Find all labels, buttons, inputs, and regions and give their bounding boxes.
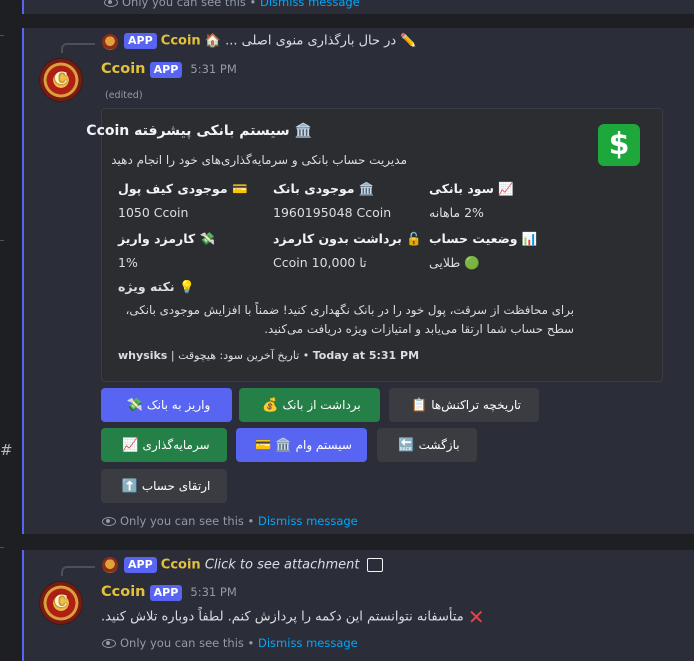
card-bank-icon: 💳 🏛️ bbox=[255, 438, 292, 453]
back-button[interactable]: 🔙 بازگشت bbox=[377, 428, 477, 462]
note-title: 💡 نکته ویژه bbox=[118, 279, 195, 294]
error-text: متأسفانه نتوانستم این دکمه را پردازش کنم… bbox=[101, 609, 464, 625]
reply-preview[interactable]: APP Ccoin Click to see attachment bbox=[124, 557, 383, 573]
footer-user: whysiks bbox=[118, 349, 168, 362]
username[interactable]: Ccoin bbox=[101, 61, 146, 77]
money-wings-icon: 💸 bbox=[126, 398, 143, 413]
note-body: برای محافظت از سرقت، پول خود را در بانک … bbox=[125, 303, 574, 336]
top-system-note: Only you can see this • Dismiss message bbox=[104, 0, 360, 9]
money-bag-icon: 💰 bbox=[262, 398, 279, 413]
up-arrow-icon: ⬆️ bbox=[121, 479, 138, 494]
footer-time: Today at 5:31 PM bbox=[312, 349, 420, 362]
dismiss-link[interactable]: Dismiss message bbox=[258, 636, 358, 650]
dismiss-link[interactable]: Dismiss message bbox=[258, 514, 358, 528]
bank-embed: 🏛️ سیستم بانکی پیشرفته Ccoin مدیریت حساب… bbox=[86, 108, 663, 382]
reply-avatar bbox=[102, 557, 118, 573]
ephemeral-note: Only you can see this • Dismiss message bbox=[102, 514, 358, 528]
footer-text: تاریخ آخرین سود: هیچوقت bbox=[178, 349, 300, 362]
history-button[interactable]: 📋 تاریخچه تراکنش‌ها bbox=[389, 388, 539, 422]
field-interest: 📈 سود بانکی 2% ماهانه bbox=[429, 181, 514, 220]
reply-username[interactable]: Ccoin bbox=[161, 34, 201, 49]
app-badge: APP bbox=[149, 61, 183, 78]
message-header: Ccoin APP 5:31 PM bbox=[101, 61, 237, 78]
ephemeral-note: Only you can see this • Dismiss message bbox=[102, 636, 358, 650]
house-emoji: 🏠 bbox=[204, 33, 221, 49]
embed-title: 🏛️ سیستم بانکی پیشرفته Ccoin bbox=[86, 123, 312, 139]
withdraw-button[interactable]: 💰 برداشت از بانک bbox=[239, 388, 380, 422]
reply-text: Click to see attachment bbox=[204, 557, 360, 573]
reply-username[interactable]: Ccoin bbox=[161, 558, 201, 573]
eye-icon bbox=[104, 0, 118, 7]
field-free-withdraw: 🔓 برداشت بدون کارمزد تا 10,000 Ccoin bbox=[273, 231, 422, 270]
field-deposit-fee: 💸 کارمزد واریز 1% bbox=[118, 231, 216, 270]
rail-divider bbox=[0, 35, 4, 36]
reply-avatar bbox=[102, 34, 118, 50]
field-account-status: 📊 وضعیت حساب 🟢 طلایی bbox=[429, 231, 538, 270]
cross-icon: ✕ bbox=[467, 605, 485, 629]
invest-button[interactable]: 📈 سرمایه‌گذاری bbox=[101, 428, 227, 462]
bot-avatar[interactable]: C bbox=[40, 59, 82, 101]
rail-divider bbox=[0, 240, 4, 241]
dismiss-link[interactable]: Dismiss message bbox=[260, 0, 360, 9]
username[interactable]: Ccoin bbox=[101, 584, 146, 600]
upgrade-button[interactable]: ⬆️ ارتقای حساب bbox=[101, 469, 227, 503]
rail-divider bbox=[0, 547, 4, 548]
reply-text: در حال بارگذاری منوی اصلی ... bbox=[225, 33, 397, 49]
reply-connector bbox=[61, 566, 95, 576]
image-icon bbox=[366, 558, 383, 572]
edited-label: (edited) bbox=[105, 90, 143, 101]
dollar-icon: $ bbox=[598, 124, 640, 166]
hash-icon[interactable]: # bbox=[0, 441, 13, 459]
message-header: Ccoin APP 5:31 PM bbox=[101, 584, 237, 601]
embed-footer: whysiks | تاریخ آخرین سود: هیچوقت • Toda… bbox=[118, 349, 420, 362]
pen-emoji: ✏️ bbox=[400, 33, 417, 49]
timestamp: 5:31 PM bbox=[190, 585, 237, 599]
back-arrow-icon: 🔙 bbox=[398, 438, 415, 453]
deposit-button[interactable]: 💸 واریز به بانک bbox=[101, 388, 232, 422]
clipboard-icon: 📋 bbox=[411, 398, 428, 413]
app-badge: APP bbox=[124, 33, 157, 49]
field-bank-balance: 🏛️ موجودی بانک 1960195048 Ccoin bbox=[273, 181, 392, 220]
eye-icon bbox=[102, 517, 116, 526]
loan-button[interactable]: 💳 🏛️ سیستم وام bbox=[236, 428, 367, 462]
app-badge: APP bbox=[124, 557, 157, 573]
embed-description: مدیریت حساب بانکی و سرمایه‌گذاری‌های خود… bbox=[111, 153, 407, 167]
eye-icon bbox=[102, 639, 116, 648]
field-wallet: 💳 موجودی کیف پول 1050 Ccoin bbox=[118, 181, 248, 220]
reply-connector bbox=[61, 43, 95, 53]
app-badge: APP bbox=[149, 584, 183, 601]
error-text-row: متأسفانه نتوانستم این دکمه را پردازش کنم… bbox=[101, 605, 485, 629]
reply-preview[interactable]: APP Ccoin 🏠 در حال بارگذاری منوی اصلی ..… bbox=[124, 33, 417, 49]
bot-avatar[interactable]: C bbox=[40, 582, 82, 624]
chart-up-icon: 📈 bbox=[122, 438, 139, 453]
timestamp: 5:31 PM bbox=[190, 62, 237, 76]
